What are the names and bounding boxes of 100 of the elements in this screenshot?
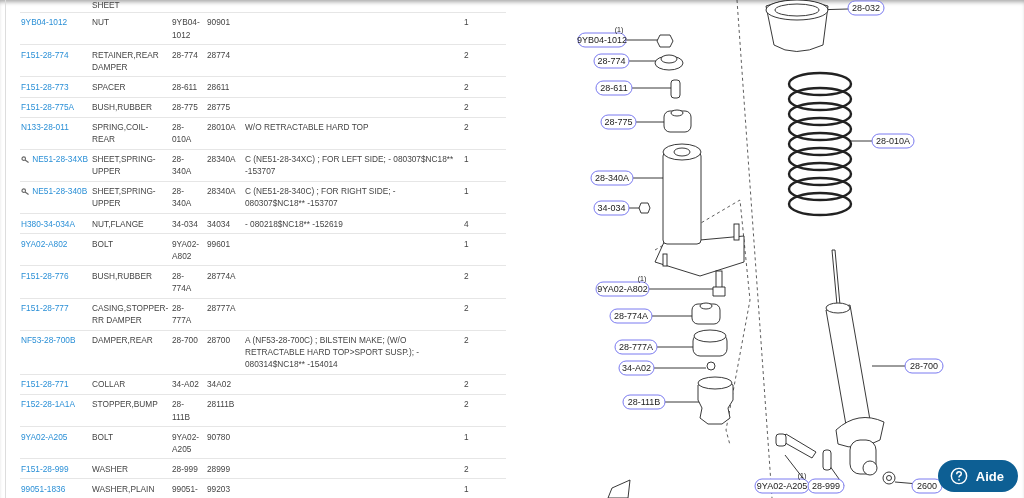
part-number-link[interactable]: F151-28-775A <box>21 101 75 112</box>
part-number-link[interactable]: F151-28-999 <box>21 463 69 474</box>
part-number-link[interactable]: 9YA02-A802 <box>21 238 68 249</box>
part-callout[interactable]: 28-775 <box>600 114 637 130</box>
part-note: W/O RETRACTABLE HARD TOP <box>245 122 369 132</box>
quantity: 1 <box>464 154 469 165</box>
nut-drawing <box>656 34 674 48</box>
part-callout[interactable]: 28-774A <box>609 308 653 324</box>
part-note: C (NE51-28-34XC) ; FOR LEFT SIDE; - 080307$NC18** -153707 <box>245 154 454 177</box>
reference-number: 28-999 <box>172 463 198 474</box>
reference-number: 34-034 <box>172 218 198 229</box>
part-callout[interactable]: 28-340A <box>590 170 634 186</box>
reference-number: 28-775 <box>172 101 198 112</box>
quantity: 2 <box>464 270 469 281</box>
part-number-link[interactable]: F152-28-1A1A <box>21 399 75 410</box>
part-callout[interactable]: 28-111B <box>622 394 666 410</box>
part-number-link[interactable]: NE51-28-340B <box>32 186 88 197</box>
leader-line <box>656 346 695 348</box>
quantity: 2 <box>464 101 469 112</box>
part-note: A (NF53-28-700C) ; BILSTEIN MAKE; (W/O RETRACTABLE HARD TOP>SPORT SUSP.); - 080314$NC18** -154014 <box>245 335 420 370</box>
quantity: 2 <box>464 302 469 313</box>
part-name: NUT <box>92 17 110 28</box>
reference-number: 28-774 <box>172 49 198 60</box>
part-code: 28340A <box>207 154 236 165</box>
part-name: SHEET,SPRING-UPPER <box>92 186 156 209</box>
leader-line <box>628 207 641 209</box>
reference-number: 99051- <box>172 483 198 494</box>
quantity: 1 <box>464 186 469 197</box>
washer-drawing <box>822 449 832 471</box>
part-callout[interactable]: 28-777A <box>614 339 658 355</box>
part-note: C (NE51-28-340C) ; FOR RIGHT SIDE; - 080307$NC18** -153707 <box>245 186 396 209</box>
leader-line <box>653 367 707 369</box>
spacer-drawing <box>670 79 681 99</box>
part-code: 99601 <box>207 238 231 249</box>
help-button[interactable]: Aide <box>937 460 1018 492</box>
part-number-link[interactable]: NF53-28-700B <box>21 335 76 346</box>
part-number-link[interactable]: N133-28-011 <box>21 122 69 132</box>
part-name: SHEET <box>92 0 120 10</box>
part-callout[interactable]: 28-999 <box>807 478 845 494</box>
reference-number: 28-111B <box>172 399 191 422</box>
reference-number: 28-700 <box>172 335 198 346</box>
part-number-link[interactable]: 9YB04-1012 <box>21 17 68 28</box>
part-code: 28999 <box>207 463 231 474</box>
part-name: SPACER <box>92 81 126 92</box>
quantity: 2 <box>464 399 469 410</box>
bushing-drawing <box>691 302 721 325</box>
part-code: 28340A <box>207 186 236 197</box>
part-code: 28777A <box>207 302 236 313</box>
quantity: 2 <box>464 81 469 92</box>
part-code: 28700 <box>207 335 231 346</box>
reference-number: 9YA02-A205 <box>172 431 200 454</box>
part-name: SPRING,COIL-REAR <box>92 122 149 145</box>
reference-number: 9YA02-A802 <box>172 238 200 261</box>
quantity: 2 <box>464 49 469 60</box>
retainer-drawing <box>654 54 684 71</box>
part-code: 34034 <box>207 218 231 229</box>
part-callout[interactable]: 28-032 <box>847 0 885 16</box>
part-callout[interactable]: 28-774 <box>593 53 630 69</box>
leader-line <box>632 177 664 179</box>
quantity: 1 <box>464 483 469 494</box>
part-number-link[interactable]: NE51-28-34XB <box>32 154 89 165</box>
part-callout[interactable]: 2600 <box>911 478 943 494</box>
part-number-link[interactable]: F151-28-773 <box>21 81 69 92</box>
reference-number: 28-010A <box>172 122 192 145</box>
part-number-link[interactable]: F151-28-771 <box>21 379 69 390</box>
part-callout[interactable]: 28-611 <box>595 80 633 96</box>
part-name: COLLAR <box>92 379 126 390</box>
part-callout[interactable]: 28-700 <box>904 358 944 374</box>
part-name: BOLT <box>92 431 114 442</box>
part-callout[interactable]: 28-010A <box>871 133 915 149</box>
part-code: 34A02 <box>207 379 231 390</box>
bracket-drawing <box>607 479 631 498</box>
flange-nut-drawing <box>638 202 651 214</box>
leader-line <box>648 288 715 290</box>
quantity: 1 <box>464 431 469 442</box>
part-name: BUSH,RUBBER <box>92 270 152 281</box>
part-number-link[interactable]: F151-28-776 <box>21 270 69 281</box>
part-number-link[interactable]: 9YA02-A205 <box>21 431 68 442</box>
part-name: WASHER <box>92 463 129 474</box>
part-number-link[interactable]: H380-34-034A <box>21 218 75 229</box>
part-code: 28111B <box>207 399 235 410</box>
part-number-link[interactable]: F151-28-774 <box>21 49 69 60</box>
casing-drawing <box>692 329 728 357</box>
spring-seat-cup-drawing <box>765 0 829 52</box>
leader-line <box>631 87 672 89</box>
part-name: NUT,FLANGE <box>92 218 144 229</box>
part-callout[interactable]: 34-034 <box>593 200 630 216</box>
bolt-drawing <box>775 433 817 459</box>
part-code: 99203 <box>207 483 231 494</box>
leader-line <box>628 60 657 62</box>
part-number-link[interactable]: 99051-1836 <box>21 483 66 494</box>
part-callout[interactable]: 34-A02 <box>618 360 655 376</box>
collar-drawing <box>706 361 716 371</box>
bolt-drawing <box>712 270 726 297</box>
washer-drawing <box>882 471 896 485</box>
part-name: RETAINER,REAR DAMPER <box>92 49 159 72</box>
part-number-link[interactable]: F151-28-777 <box>21 302 69 313</box>
part-name: STOPPER,BUMP <box>92 399 158 410</box>
part-code: 90780 <box>207 431 231 442</box>
part-name: SHEET,SPRING-UPPER <box>92 154 156 177</box>
